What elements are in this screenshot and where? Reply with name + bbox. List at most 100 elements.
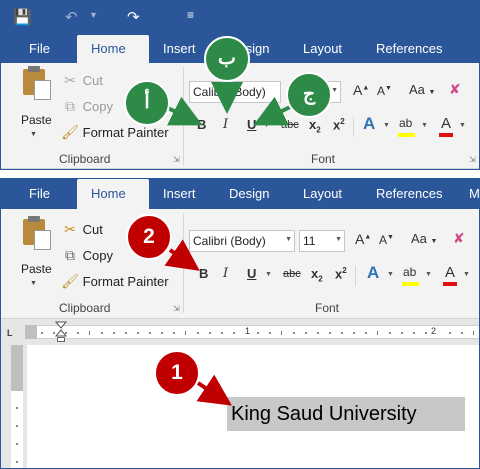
cut-button[interactable]: ✂ Cut xyxy=(61,221,103,238)
tab-home[interactable]: Home xyxy=(77,179,149,209)
superscript-button[interactable]: x2 xyxy=(335,266,347,281)
ruler-tick xyxy=(185,331,186,335)
shrink-font-button[interactable]: A▼ xyxy=(379,233,394,247)
scissors-icon: ✂ xyxy=(64,72,76,88)
font-size-combo[interactable]: 11 ▼ xyxy=(299,230,345,252)
tab-selector[interactable]: L xyxy=(7,328,13,338)
underline-button[interactable]: U xyxy=(247,266,256,281)
tab-design[interactable]: Design xyxy=(229,179,269,209)
copy-button[interactable]: ⧉ Copy xyxy=(61,98,113,115)
left-indent-marker[interactable] xyxy=(57,337,65,342)
font-name-value: Calibri (Body) xyxy=(193,234,266,248)
highlight-dropdown-icon[interactable]: ▼ xyxy=(421,122,428,129)
ruler-number: 1 xyxy=(245,326,251,336)
callout-ba: ب xyxy=(204,36,250,82)
paste-dropdown-icon: ▼ xyxy=(30,131,37,138)
format-painter-button[interactable]: 🖌 Format Painter xyxy=(61,273,169,290)
font-size-value: 11 xyxy=(303,234,316,248)
shrink-font-button[interactable]: A▼ xyxy=(377,84,392,98)
underline-button[interactable]: U xyxy=(247,117,256,132)
font-name-dropdown-icon: ▼ xyxy=(285,236,292,243)
font-name-combo[interactable]: Calibri (Body) ▼ xyxy=(189,230,295,252)
tab-insert[interactable]: Insert xyxy=(163,35,196,63)
font-color-button[interactable]: A xyxy=(441,115,451,132)
font-color-bar xyxy=(443,282,457,286)
ruler-dot xyxy=(269,332,271,334)
text-effects-dropdown-icon[interactable]: ▼ xyxy=(383,122,390,129)
tab-file[interactable]: File xyxy=(29,179,50,209)
text-effects-button[interactable]: A xyxy=(367,263,379,283)
ribbon-tabs: File Home Insert Design Layout Reference… xyxy=(1,179,479,209)
clear-formatting-icon[interactable]: ✘ xyxy=(449,81,461,98)
bold-button[interactable]: B xyxy=(197,117,206,132)
tab-insert[interactable]: Insert xyxy=(163,179,196,209)
tab-mailings[interactable]: M xyxy=(469,179,479,209)
tab-layout[interactable]: Layout xyxy=(303,35,342,63)
ruler-dot xyxy=(353,332,355,334)
undo-icon[interactable]: ↶ xyxy=(65,8,78,26)
ruler-dot xyxy=(41,332,43,334)
font-size-dropdown-icon: ▼ xyxy=(335,236,342,243)
highlight-button[interactable]: ab xyxy=(399,116,412,130)
word-document-screenshot-bottom: File Home Insert Design Layout Reference… xyxy=(0,178,480,469)
highlight-button[interactable]: ab xyxy=(403,265,416,279)
ruler-margin xyxy=(25,325,37,339)
tab-home[interactable]: Home xyxy=(77,35,149,63)
subscript-button[interactable]: x2 xyxy=(309,117,321,135)
save-icon[interactable]: 💾 xyxy=(13,8,32,26)
change-case-button[interactable]: Aa ▼ xyxy=(409,82,435,97)
format-painter-label: Format Painter xyxy=(82,274,169,289)
superscript-button[interactable]: x2 xyxy=(333,117,345,132)
paste-label: Paste xyxy=(21,113,52,127)
redo-icon[interactable]: ↷ xyxy=(127,8,140,26)
ruler-dot xyxy=(293,332,295,334)
tab-references[interactable]: References xyxy=(376,179,442,209)
subscript-button[interactable]: x2 xyxy=(311,266,323,284)
tab-layout[interactable]: Layout xyxy=(303,179,342,209)
copy-button[interactable]: ⧉ Copy xyxy=(61,247,113,264)
selected-text[interactable]: King Saud University xyxy=(227,397,465,431)
cut-button[interactable]: ✂ Cut xyxy=(61,72,103,89)
font-color-button[interactable]: A xyxy=(445,264,455,281)
undo-dropdown-icon[interactable]: ▼ xyxy=(89,10,98,20)
clear-formatting-icon[interactable]: ✘ xyxy=(453,230,465,247)
ruler-dot xyxy=(209,332,211,334)
indent-markers[interactable] xyxy=(55,321,67,338)
clipboard-launcher-icon[interactable]: ⇲ xyxy=(173,155,180,164)
ruler-dot xyxy=(449,332,451,334)
font-color-dropdown-icon[interactable]: ▼ xyxy=(459,122,466,129)
italic-button[interactable]: I xyxy=(223,266,228,281)
text-effects-dropdown-icon[interactable]: ▼ xyxy=(387,271,394,278)
grow-font-button[interactable]: A▲ xyxy=(353,82,369,98)
font-color-bar xyxy=(439,133,453,137)
font-color-dropdown-icon[interactable]: ▼ xyxy=(463,271,470,278)
scissors-icon: ✂ xyxy=(64,221,76,237)
home-ribbon: Paste ▼ ✂ Cut ⧉ Copy 🖌 Format Painter Cl… xyxy=(1,209,479,319)
copy-icon: ⧉ xyxy=(65,247,75,263)
clipboard-launcher-icon[interactable]: ⇲ xyxy=(173,304,180,313)
text-effects-button[interactable]: A xyxy=(363,114,375,134)
format-painter-button[interactable]: 🖌 Format Painter xyxy=(61,124,169,141)
callout-jim: ج xyxy=(286,72,332,118)
strikethrough-button[interactable]: abc xyxy=(283,268,301,280)
underline-dropdown-icon[interactable]: ▼ xyxy=(263,122,270,129)
tab-file[interactable]: File xyxy=(29,35,50,63)
document-area[interactable]: King Saud University xyxy=(1,345,479,468)
font-name-combo[interactable]: Calibri (Body) xyxy=(189,81,281,103)
paste-label: Paste xyxy=(21,262,52,276)
ruler-dot xyxy=(461,332,463,334)
highlight-dropdown-icon[interactable]: ▼ xyxy=(425,271,432,278)
callout-one: 1 xyxy=(154,350,200,396)
change-case-button[interactable]: Aa ▼ xyxy=(411,231,437,246)
bold-button[interactable]: B xyxy=(199,266,208,281)
ruler-dot xyxy=(389,332,391,334)
underline-dropdown-icon[interactable]: ▼ xyxy=(265,271,272,278)
italic-button[interactable]: I xyxy=(223,117,228,132)
customize-qat-icon[interactable]: ≡ xyxy=(187,8,194,22)
grow-font-button[interactable]: A▲ xyxy=(355,231,371,247)
strikethrough-button[interactable]: abc xyxy=(281,119,299,131)
word-ribbon-screenshot-top: 💾 ↶ ▼ ↷ ≡ File Home Insert Design Layout… xyxy=(0,0,480,170)
font-launcher-icon[interactable]: ⇲ xyxy=(469,155,476,164)
tab-references[interactable]: References xyxy=(376,35,442,63)
ruler-dot xyxy=(149,332,151,334)
